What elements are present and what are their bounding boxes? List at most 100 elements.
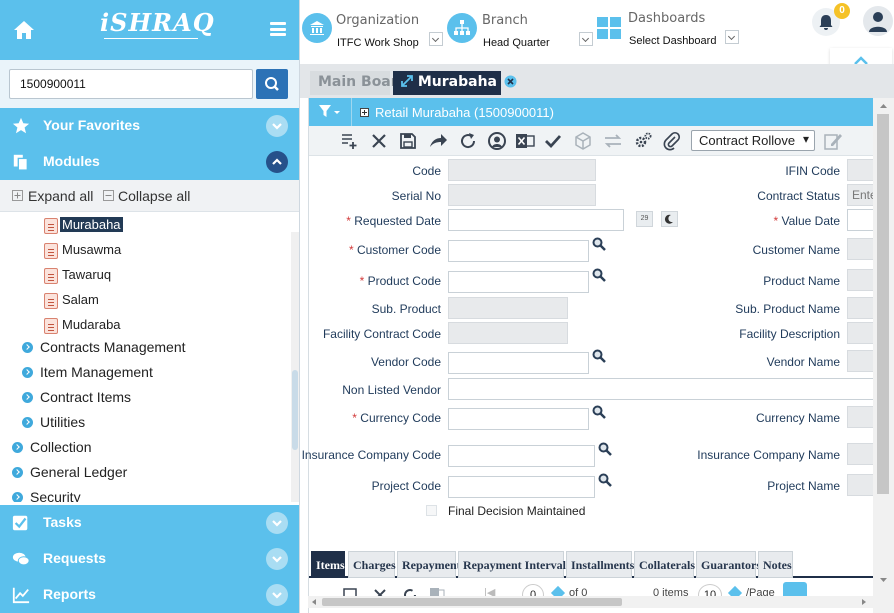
sub-product-label: Sub. Product — [371, 302, 441, 316]
tab-repayment[interactable]: Repayment — [397, 551, 461, 578]
filter-icon[interactable] — [319, 105, 341, 119]
tab-guarantors[interactable]: Guarantors — [696, 551, 761, 578]
horizontal-scrollbar[interactable] — [308, 596, 873, 608]
contract-rollover-select[interactable]: Contract Rollove — [691, 130, 815, 151]
lookup-search-icon[interactable] — [598, 473, 612, 487]
plus-box-icon[interactable] — [360, 108, 369, 117]
search-button[interactable] — [256, 69, 288, 99]
chevron-down-icon[interactable] — [266, 548, 288, 570]
organization-dropdown-button[interactable] — [429, 32, 443, 46]
tab-collaterals[interactable]: Collaterals — [634, 551, 695, 578]
search-input[interactable] — [9, 69, 253, 99]
code-field[interactable] — [448, 159, 596, 181]
scroll-down-icon[interactable] — [879, 576, 888, 584]
lookup-search-icon[interactable] — [592, 268, 606, 282]
lookup-search-icon[interactable] — [592, 237, 606, 251]
vendor-code-field[interactable] — [448, 352, 589, 374]
serial-no-label: Serial No — [391, 189, 441, 203]
contract-status-field[interactable]: Ente — [847, 184, 874, 206]
currency-name-field[interactable] — [847, 406, 874, 428]
tasks-label: Tasks — [43, 514, 82, 530]
tab-items[interactable]: Items — [311, 551, 345, 578]
product-code-field[interactable] — [448, 271, 589, 293]
hamburger-menu-icon[interactable] — [270, 22, 286, 36]
vendor-name-field[interactable] — [847, 350, 874, 372]
reports-section[interactable]: Reports — [0, 577, 299, 613]
scroll-up-icon[interactable] — [879, 102, 888, 110]
sub-product-name-field[interactable] — [847, 297, 874, 319]
dashboards-label: Dashboards — [628, 11, 706, 26]
tab-main-board[interactable]: Main Board — [310, 71, 408, 95]
project-name-field[interactable] — [847, 474, 874, 496]
refresh-icon[interactable] — [458, 131, 478, 151]
product-name-field[interactable] — [847, 269, 874, 291]
modules-label: Modules — [43, 153, 100, 169]
scroll-left-icon[interactable] — [310, 598, 318, 606]
modules-section[interactable]: Modules — [0, 144, 299, 180]
favorites-section[interactable]: Your Favorites — [0, 108, 299, 144]
chevron-down-icon[interactable] — [266, 512, 288, 534]
save-icon[interactable] — [398, 131, 418, 151]
branch-dropdown-button[interactable] — [579, 32, 593, 46]
tasks-section[interactable]: Tasks — [0, 505, 299, 541]
organization-value[interactable]: ITFC Work Shop — [337, 37, 419, 49]
facility-contract-code-field[interactable] — [448, 322, 568, 344]
close-icon[interactable] — [504, 75, 517, 88]
expand-all-button[interactable]: Expand all — [28, 188, 93, 204]
non-listed-vendor-field[interactable] — [448, 378, 874, 400]
chevron-up-icon[interactable] — [266, 151, 288, 173]
dashboards-value[interactable]: Select Dashboard — [629, 35, 716, 47]
sub-product-field[interactable] — [448, 297, 568, 319]
facility-description-field[interactable] — [847, 322, 874, 344]
tab-charges[interactable]: Charges — [348, 551, 396, 578]
scroll-right-icon[interactable] — [860, 598, 868, 606]
cancel-icon[interactable] — [369, 131, 389, 151]
ifin-code-field[interactable] — [847, 159, 874, 181]
collapse-all-button[interactable]: Collapse all — [118, 188, 190, 204]
document-icon — [44, 268, 58, 284]
chevron-down-icon[interactable] — [266, 584, 288, 606]
requested-date-field[interactable] — [448, 209, 624, 231]
chevron-down-icon[interactable] — [266, 115, 288, 137]
vertical-scrollbar[interactable] — [873, 98, 894, 613]
check-icon[interactable] — [543, 131, 563, 151]
tab-repayment-intervals[interactable]: Repayment Intervals — [458, 551, 571, 578]
insurance-company-name-field[interactable] — [847, 443, 874, 465]
attachment-icon[interactable] — [662, 131, 682, 151]
forward-icon[interactable] — [428, 131, 448, 151]
customer-name-field[interactable] — [847, 238, 874, 260]
branch-value[interactable]: Head Quarter — [483, 37, 550, 49]
user-avatar[interactable] — [863, 6, 893, 36]
home-icon[interactable] — [12, 18, 36, 42]
transfer-icon[interactable] — [603, 131, 623, 151]
user-support-icon[interactable] — [487, 131, 507, 151]
lookup-search-icon[interactable] — [592, 349, 606, 363]
tab-installments[interactable]: Installments — [566, 551, 634, 578]
excel-icon[interactable] — [515, 131, 535, 151]
requests-section[interactable]: Requests — [0, 541, 299, 577]
customer-code-field[interactable] — [448, 240, 589, 262]
currency-code-field[interactable] — [448, 408, 589, 430]
lookup-search-icon[interactable] — [598, 442, 612, 456]
project-code-field[interactable] — [448, 476, 595, 498]
new-record-icon[interactable] — [339, 131, 359, 151]
final-decision-checkbox[interactable] — [426, 505, 437, 516]
hijri-calendar-icon[interactable] — [661, 211, 678, 227]
dashboards-dropdown-button[interactable] — [725, 30, 739, 44]
edit-note-icon[interactable] — [823, 131, 843, 151]
currency-code-label: * Currency Code — [352, 411, 441, 425]
collapse-all-icon — [103, 190, 114, 201]
value-date-field[interactable] — [847, 209, 874, 231]
package-icon[interactable] — [573, 131, 593, 151]
calendar-icon[interactable]: 29 — [636, 211, 653, 227]
chevron-right-icon — [12, 492, 23, 502]
tab-murabaha[interactable]: Murabaha — [393, 71, 517, 95]
sidebar-scrollbar[interactable] — [291, 232, 299, 502]
dashboards-icon — [597, 17, 623, 41]
tab-notes[interactable]: Notes — [758, 551, 793, 578]
lookup-search-icon[interactable] — [592, 405, 606, 419]
serial-no-field[interactable] — [448, 184, 596, 206]
gears-icon[interactable] — [633, 131, 653, 151]
star-icon — [12, 117, 30, 134]
insurance-company-code-field[interactable] — [448, 445, 595, 467]
